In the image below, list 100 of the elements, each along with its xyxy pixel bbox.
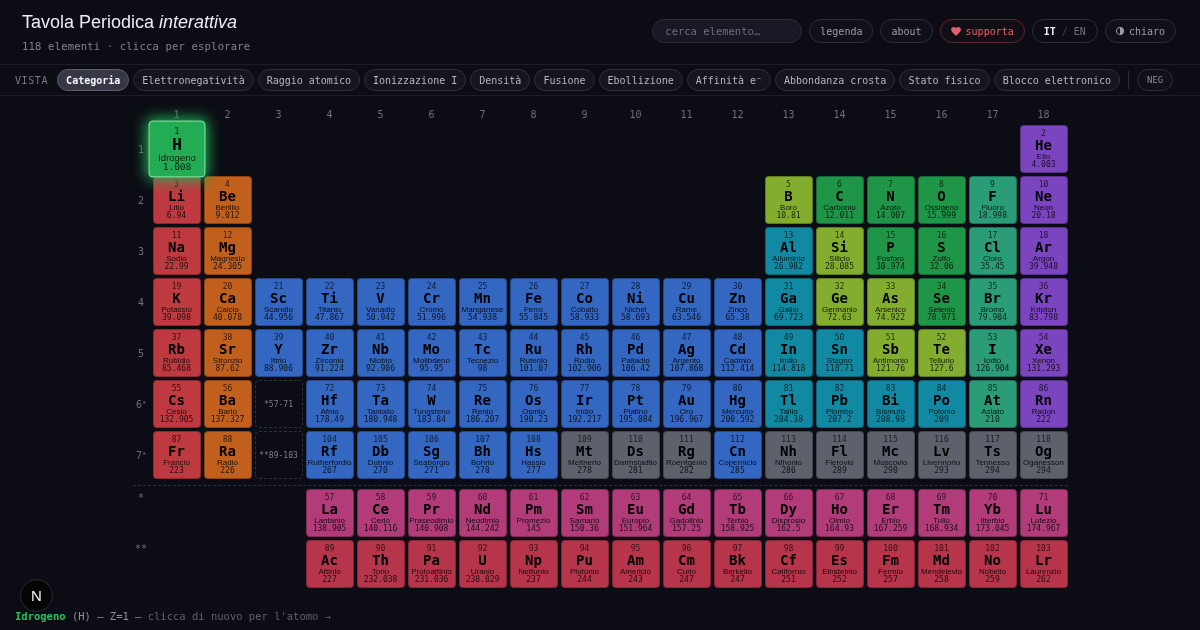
element-tile[interactable]: 94 Pu Plutonio 244 <box>560 540 609 588</box>
element-tile[interactable]: 16 S Zolfo 32.06 <box>917 227 966 275</box>
element-tile[interactable]: 28 Ni Nichel 58.693 <box>611 278 660 326</box>
element-tile[interactable]: 69 Tm Tulio 168.934 <box>917 489 966 537</box>
element-tile[interactable]: 11 Na Sodio 22.99 <box>152 227 201 275</box>
element-tile[interactable]: 22 Ti Titanio 47.867 <box>305 278 354 326</box>
element-tile[interactable]: 89 Ac Attinio 227 <box>305 540 354 588</box>
element-tile[interactable]: 26 Fe Ferro 55.845 <box>509 278 558 326</box>
element-tile[interactable]: 87 Fr Francio 223 <box>152 431 201 479</box>
view-tab[interactable]: Densità <box>470 69 531 91</box>
language-option[interactable]: EN <box>1073 25 1086 37</box>
element-tile[interactable]: 118 Og Oganesson 294 <box>1019 431 1068 479</box>
element-tile[interactable]: 41 Nb Niobio 92.906 <box>356 329 405 377</box>
language-option[interactable]: IT <box>1043 25 1056 37</box>
element-tile[interactable]: 17 Cl Cloro 35.45 <box>968 227 1017 275</box>
element-tile[interactable]: 44 Ru Rutenio 101.07 <box>509 329 558 377</box>
element-tile[interactable]: 107 Bh Bohrio 270 <box>458 431 507 479</box>
view-tab[interactable]: Abbondanza crosta <box>775 69 896 91</box>
element-tile[interactable]: 90 Th Torio 232.038 <box>356 540 405 588</box>
element-tile[interactable]: 103 Lr Laurenzio 262 <box>1019 540 1068 588</box>
element-tile[interactable]: 30 Zn Zinco 65.38 <box>713 278 762 326</box>
element-tile[interactable]: 27 Co Cobalto 58.933 <box>560 278 609 326</box>
element-tile[interactable]: 29 Cu Rame 63.546 <box>662 278 711 326</box>
element-tile[interactable]: 83 Bi Bismuto 208.98 <box>866 380 915 428</box>
element-tile[interactable]: 18 Ar Argon 39.948 <box>1019 227 1068 275</box>
element-tile[interactable]: 80 Hg Mercurio 200.592 <box>713 380 762 428</box>
element-tile[interactable]: 6 C Carbonio 12.011 <box>815 176 864 224</box>
element-tile[interactable]: 70 Yb Itterbio 173.045 <box>968 489 1017 537</box>
element-tile[interactable]: 71 Lu Lutezio 174.967 <box>1019 489 1068 537</box>
element-tile[interactable]: 82 Pb Piombo 207.2 <box>815 380 864 428</box>
series-placeholder[interactable]: **89-103 <box>254 431 303 479</box>
element-tile[interactable]: 115 Mc Moscovio 290 <box>866 431 915 479</box>
element-tile[interactable]: 46 Pd Palladio 106.42 <box>611 329 660 377</box>
element-tile[interactable]: 56 Ba Bario 137.327 <box>203 380 252 428</box>
element-tile[interactable]: 67 Ho Olmio 164.93 <box>815 489 864 537</box>
element-tile[interactable]: 114 Fl Flerovio 289 <box>815 431 864 479</box>
element-tile[interactable]: 104 Rf Rutherfordio 267 <box>305 431 354 479</box>
element-tile[interactable]: 85 At Astato 210 <box>968 380 1017 428</box>
support-button[interactable]: supporta <box>939 19 1025 43</box>
view-tab[interactable]: Raggio atomico <box>257 69 360 91</box>
element-tile[interactable]: 32 Ge Germanio 72.63 <box>815 278 864 326</box>
element-tile[interactable]: 65 Tb Terbio 158.925 <box>713 489 762 537</box>
element-tile[interactable]: 13 Al Alluminio 26.982 <box>764 227 813 275</box>
element-tile[interactable]: 81 Tl Tallio 204.38 <box>764 380 813 428</box>
element-tile[interactable]: 96 Cm Curio 247 <box>662 540 711 588</box>
dev-tools-button[interactable]: N <box>20 579 53 612</box>
element-tile[interactable]: 77 Ir Iridio 192.217 <box>560 380 609 428</box>
element-tile[interactable]: 15 P Fosforo 30.974 <box>866 227 915 275</box>
element-tile[interactable]: 117 Ts Tennesso 294 <box>968 431 1017 479</box>
element-tile[interactable]: 72 Hf Afnio 178.49 <box>305 380 354 428</box>
element-tile[interactable]: 40 Zr Zirconio 91.224 <box>305 329 354 377</box>
element-tile[interactable]: 98 Cf Californio 251 <box>764 540 813 588</box>
element-tile[interactable]: 62 Sm Samario 150.36 <box>560 489 609 537</box>
element-tile[interactable]: 99 Es Einsteinio 252 <box>815 540 864 588</box>
element-tile[interactable]: 88 Ra Radio 226 <box>203 431 252 479</box>
neg-toggle[interactable]: NEG <box>1137 69 1174 91</box>
element-tile[interactable]: 21 Sc Scandio 44.956 <box>254 278 303 326</box>
element-tile[interactable]: 47 Ag Argento 107.868 <box>662 329 711 377</box>
element-tile[interactable]: 5 B Boro 10.81 <box>764 176 813 224</box>
element-tile[interactable]: 24 Cr Cromo 51.996 <box>407 278 456 326</box>
element-tile[interactable]: 92 U Uranio 238.029 <box>458 540 507 588</box>
element-tile[interactable]: 42 Mo Molibdeno 95.95 <box>407 329 456 377</box>
header-button[interactable]: legenda <box>809 19 874 43</box>
element-tile[interactable]: 101 Md Mendelevio 258 <box>917 540 966 588</box>
element-tile[interactable]: 54 Xe Xenon 131.293 <box>1019 329 1068 377</box>
element-tile[interactable]: 68 Er Erbio 167.259 <box>866 489 915 537</box>
series-placeholder[interactable]: *57-71 <box>254 380 303 428</box>
element-tile[interactable]: 34 Se Selenio 78.971 <box>917 278 966 326</box>
element-tile[interactable]: 14 Si Silicio 28.085 <box>815 227 864 275</box>
element-tile[interactable]: 45 Rh Rodio 102.906 <box>560 329 609 377</box>
element-tile[interactable]: 7 N Azoto 14.007 <box>866 176 915 224</box>
element-tile[interactable]: 49 In Indio 114.818 <box>764 329 813 377</box>
element-tile[interactable]: 52 Te Tellurio 127.6 <box>917 329 966 377</box>
element-tile[interactable]: 84 Po Polonio 209 <box>917 380 966 428</box>
element-tile[interactable]: 48 Cd Cadmio 112.414 <box>713 329 762 377</box>
element-tile[interactable]: 113 Nh Nihonio 286 <box>764 431 813 479</box>
element-tile[interactable]: 63 Eu Europio 151.964 <box>611 489 660 537</box>
view-tab[interactable]: Ebollizione <box>598 69 683 91</box>
element-tile[interactable]: 111 Rg Roentgenio 282 <box>662 431 711 479</box>
element-tile[interactable]: 64 Gd Gadolinio 157.25 <box>662 489 711 537</box>
element-tile[interactable]: 50 Sn Stagno 118.71 <box>815 329 864 377</box>
element-tile[interactable]: 55 Cs Cesio 132.905 <box>152 380 201 428</box>
element-tile[interactable]: 1 H Idrogeno 1.008 <box>147 120 206 178</box>
element-tile[interactable]: 78 Pt Platino 195.084 <box>611 380 660 428</box>
element-tile[interactable]: 95 Am Americio 243 <box>611 540 660 588</box>
element-tile[interactable]: 79 Au Oro 196.967 <box>662 380 711 428</box>
element-tile[interactable]: 19 K Potassio 39.098 <box>152 278 201 326</box>
element-tile[interactable]: 8 O Ossigeno 15.999 <box>917 176 966 224</box>
element-tile[interactable]: 4 Be Berillio 9.012 <box>203 176 252 224</box>
view-tab[interactable]: Fusione <box>534 69 595 91</box>
element-tile[interactable]: 74 W Tungsteno 183.84 <box>407 380 456 428</box>
element-tile[interactable]: 75 Re Renio 186.207 <box>458 380 507 428</box>
element-tile[interactable]: 25 Mn Manganese 54.938 <box>458 278 507 326</box>
element-tile[interactable]: 51 Sb Antimonio 121.76 <box>866 329 915 377</box>
header-button[interactable]: about <box>880 19 933 43</box>
element-tile[interactable]: 37 Rb Rubidio 85.468 <box>152 329 201 377</box>
element-tile[interactable]: 93 Np Nettunio 237 <box>509 540 558 588</box>
element-tile[interactable]: 109 Mt Meitnerio 278 <box>560 431 609 479</box>
element-tile[interactable]: 58 Ce Cerio 140.116 <box>356 489 405 537</box>
element-tile[interactable]: 60 Nd Neodimio 144.242 <box>458 489 507 537</box>
